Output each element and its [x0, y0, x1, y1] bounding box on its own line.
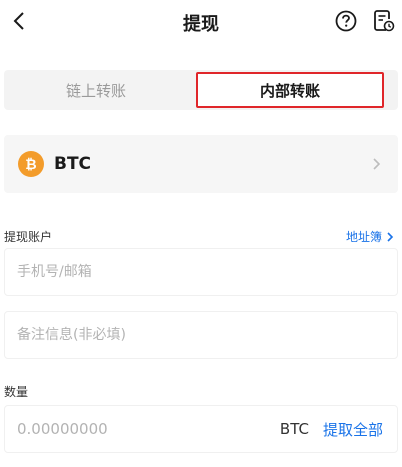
help-button[interactable] [334, 9, 358, 33]
withdraw-all-button[interactable]: 提取全部 [323, 419, 383, 440]
question-circle-icon [335, 10, 357, 32]
coin-name: BTC [54, 154, 92, 174]
amount-input[interactable] [5, 406, 280, 452]
record-button[interactable] [372, 8, 396, 34]
tab-internal-transfer[interactable]: 内部转账 [196, 72, 384, 108]
amount-label: 数量 [4, 385, 29, 399]
header-bar: 提现 [0, 0, 402, 44]
amount-unit: BTC [279, 420, 309, 438]
svg-text:₿: ₿ [25, 157, 36, 172]
phone-email-input[interactable] [5, 249, 397, 295]
bitcoin-icon: ₿ [18, 151, 44, 177]
document-clock-icon [374, 10, 395, 32]
transfer-type-tabs: 链上转账 内部转账 [4, 70, 398, 110]
remark-field [4, 311, 398, 359]
account-label: 提现账户 [4, 230, 53, 244]
tab-onchain-transfer[interactable]: 链上转账 [4, 70, 188, 110]
coin-selector[interactable]: ₿ BTC [4, 135, 398, 193]
amount-field: BTC 提取全部 [4, 405, 398, 453]
address-book-link[interactable]: 地址簿 [346, 228, 394, 245]
chevron-right-icon [387, 231, 394, 242]
chevron-right-icon [373, 158, 381, 170]
account-field [4, 248, 398, 296]
remark-input[interactable] [5, 312, 397, 358]
address-book-label: 地址簿 [345, 230, 382, 244]
